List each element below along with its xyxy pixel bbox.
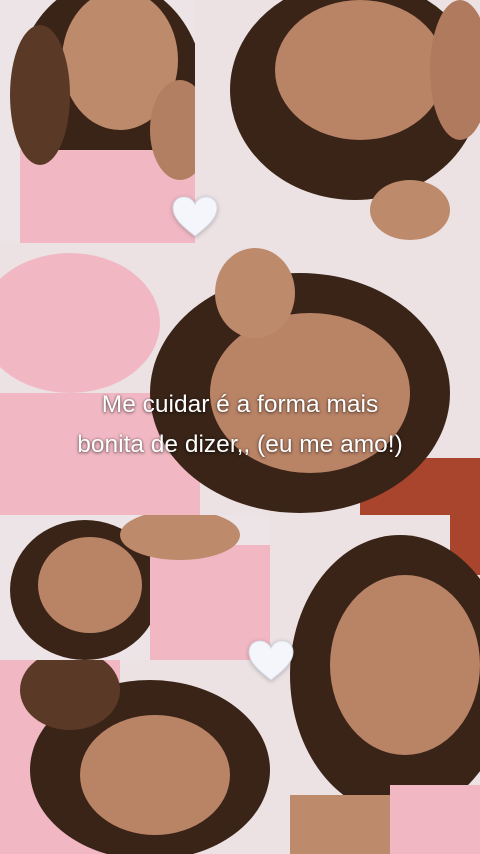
caption-line-1: Me cuidar é a forma mais bbox=[101, 391, 379, 418]
photo-tile-lower-right bbox=[270, 515, 480, 854]
heart-icon bbox=[172, 196, 218, 237]
photo-tile-lower-left bbox=[0, 515, 270, 660]
caption-line-2: bonita de dizer,, (eu me amo!) bbox=[77, 431, 403, 458]
heart-icon bbox=[248, 640, 294, 681]
photo-tile-top-left bbox=[0, 0, 195, 243]
photo-tile-middle bbox=[0, 243, 480, 515]
photo-tile-top-right bbox=[195, 0, 480, 243]
photo-tile-bottom-left bbox=[0, 660, 270, 854]
